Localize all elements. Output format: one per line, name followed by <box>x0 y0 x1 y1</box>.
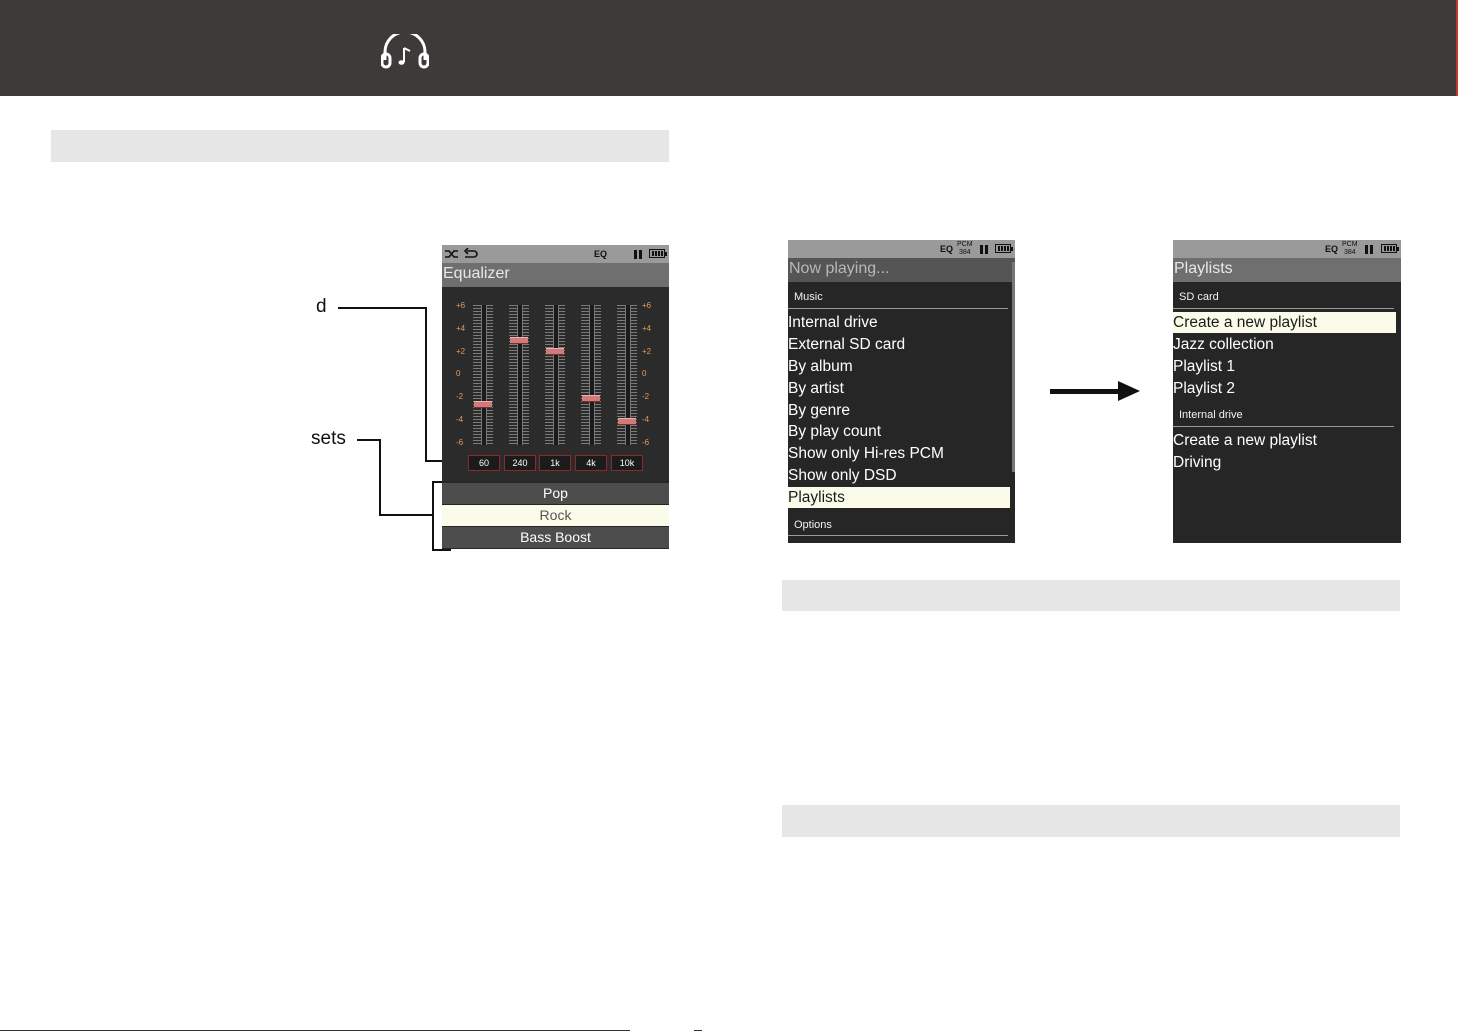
menu-item-by-genre[interactable]: By genre <box>788 400 1010 421</box>
playlist-item-playlist-1[interactable]: Playlist 1 <box>1173 356 1396 377</box>
eq-scale-label-right: 0 <box>642 369 647 378</box>
section-divider <box>788 308 1008 309</box>
arrow-right-icon <box>1118 381 1140 401</box>
menu-item-internal-drive[interactable]: Internal drive <box>788 312 1010 333</box>
menu-item-external-sd[interactable]: External SD card <box>788 334 1010 355</box>
menu-item-hi-res-pcm[interactable]: Show only Hi-res PCM <box>788 443 1010 464</box>
menu-item-playlists[interactable]: Playlists <box>788 487 1010 508</box>
pause-icon <box>980 245 988 254</box>
footer-tick <box>694 1030 702 1031</box>
preset-rock[interactable]: Rock <box>442 505 669 526</box>
pause-icon <box>1365 245 1373 254</box>
eq-scale-label-right: +2 <box>642 347 652 356</box>
equalizer-screen: EQ Equalizer +6 +6 +4 +4 +2 +2 0 0 -2 -2 -4 -4 -6 -6 6… <box>442 245 669 549</box>
playlists-screen: EQ PCM 384 Playlists SD card Create a ne… <box>1173 240 1401 543</box>
eq-scale-label-right: +4 <box>642 324 652 333</box>
section-divider <box>1173 308 1394 309</box>
menu-item-dsd[interactable]: Show only DSD <box>788 465 1010 486</box>
eq-scale-label-left: 0 <box>456 369 461 378</box>
eq-slider-knob[interactable] <box>474 401 492 408</box>
eq-slider-240[interactable] <box>509 305 529 445</box>
screen-title-bar: Playlists <box>1173 258 1401 282</box>
screen-title: Equalizer <box>443 265 510 282</box>
pause-icon <box>634 250 642 259</box>
eq-slider-10k[interactable] <box>617 305 637 445</box>
eq-status-indicator: EQ <box>1325 244 1339 254</box>
screen-title-bar: Equalizer <box>442 263 669 287</box>
eq-slider-1k[interactable] <box>545 305 565 445</box>
page-header <box>0 0 1456 96</box>
eq-band-240[interactable]: 240 <box>504 455 536 471</box>
band-callout-label: d <box>316 296 327 317</box>
section-divider <box>788 535 1008 536</box>
eq-band-60[interactable]: 60 <box>468 455 500 471</box>
preset-bass-boost[interactable]: Bass Boost <box>442 527 669 548</box>
section-band-left <box>51 130 669 162</box>
eq-slider-knob[interactable] <box>510 337 528 344</box>
eq-status-indicator: EQ <box>940 244 954 254</box>
battery-icon <box>995 244 1013 253</box>
eq-scale-label-left: +2 <box>456 347 466 356</box>
eq-slider-4k[interactable] <box>581 305 601 445</box>
section-header-options: Options <box>794 519 832 531</box>
pcm-status-indicator: PCM 384 <box>957 241 973 256</box>
eq-slider-knob[interactable] <box>546 348 564 355</box>
menu-item-by-album[interactable]: By album <box>788 356 1010 377</box>
eq-scale-label-right: -6 <box>642 438 650 447</box>
section-header-music: Music <box>794 291 823 303</box>
eq-status-indicator: EQ <box>594 249 608 259</box>
battery-icon <box>649 249 667 258</box>
status-bar: EQ <box>442 245 669 263</box>
section-divider <box>1173 426 1394 427</box>
eq-band-4k[interactable]: 4k <box>575 455 607 471</box>
eq-scale-label-left: -2 <box>456 392 464 401</box>
section-band-right-2 <box>782 805 1400 837</box>
eq-slider-knob[interactable] <box>618 418 636 425</box>
playlist-item-playlist-2[interactable]: Playlist 2 <box>1173 378 1396 399</box>
eq-band-10k[interactable]: 10k <box>611 455 643 471</box>
scrollbar[interactable] <box>1012 262 1015 472</box>
preset-pop[interactable]: Pop <box>442 483 669 504</box>
playlist-item-driving[interactable]: Driving <box>1173 452 1396 473</box>
screen-title-bar: Now playing... <box>788 258 1015 282</box>
status-bar: EQ PCM 384 <box>788 240 1015 258</box>
eq-scale-label-right: -4 <box>642 415 650 424</box>
section-header-internal-drive: Internal drive <box>1179 409 1243 421</box>
playlist-item-jazz-collection[interactable]: Jazz collection <box>1173 334 1396 355</box>
screen-title: Now playing... <box>789 260 890 277</box>
music-menu-screen: EQ PCM 384 Now playing... Music Internal… <box>788 240 1015 543</box>
battery-icon <box>1381 244 1399 253</box>
eq-scale-label-left: +6 <box>456 301 466 310</box>
eq-scale-label-left: +4 <box>456 324 466 333</box>
shuffle-icon <box>445 250 458 258</box>
section-band-right-1 <box>782 580 1400 611</box>
repeat-icon <box>463 248 478 258</box>
headphones-music-icon <box>381 34 429 69</box>
menu-item-by-artist[interactable]: By artist <box>788 378 1010 399</box>
status-bar: EQ PCM 384 <box>1173 240 1401 258</box>
playlist-item-create-internal[interactable]: Create a new playlist <box>1173 430 1396 451</box>
eq-slider-knob[interactable] <box>582 395 600 402</box>
flow-arrow-shaft <box>1050 389 1120 394</box>
pcm-status-indicator: PCM 384 <box>1342 241 1358 256</box>
section-header-sd-card: SD card <box>1179 291 1219 303</box>
eq-scale-label-right: -2 <box>642 392 650 401</box>
eq-scale-label-left: -6 <box>456 438 464 447</box>
playlist-item-create-sd[interactable]: Create a new playlist <box>1173 312 1396 333</box>
footer-rule <box>0 1030 630 1031</box>
screen-title: Playlists <box>1174 260 1233 277</box>
eq-band-1k[interactable]: 1k <box>539 455 571 471</box>
menu-item-by-play-count[interactable]: By play count <box>788 421 1010 442</box>
eq-scale-label-left: -4 <box>456 415 464 424</box>
eq-slider-60[interactable] <box>473 305 493 445</box>
eq-scale-label-right: +6 <box>642 301 652 310</box>
